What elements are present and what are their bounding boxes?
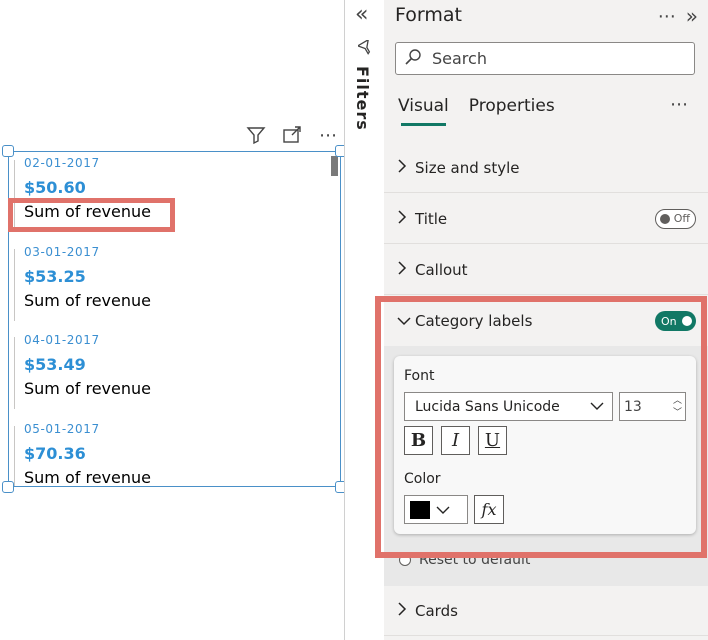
chevron-right-icon [397,260,411,279]
card-date: 05-01-2017 [24,422,100,436]
filter-icon[interactable] [245,124,267,146]
report-canvas: ⋯ 02-01-2017 $50.60 Sum of revenue 03-01… [0,0,347,640]
section-title[interactable]: Title Off [384,194,708,244]
card-value: $50.60 [24,178,86,197]
search-icon [404,48,422,70]
search-input[interactable] [430,48,670,69]
section-label: Cards [415,601,458,620]
title-toggle[interactable]: Off [655,208,696,229]
focus-mode-icon[interactable] [281,124,303,146]
collapse-icon[interactable]: « [355,2,368,27]
expand-icon[interactable]: » [686,4,698,28]
resize-handle[interactable] [2,145,14,157]
chevron-right-icon [397,158,411,177]
highlight-box-label [8,198,175,232]
card-date: 03-01-2017 [24,245,100,259]
visual-header: ⋯ [245,124,339,146]
chevron-right-icon [397,601,411,620]
highlight-box-category-labels [375,296,707,558]
toggle-label: Off [673,212,690,225]
card-value: $53.25 [24,267,86,286]
search-box[interactable] [395,42,695,75]
section-label: Title [415,209,448,228]
more-options-icon[interactable]: ⋯ [658,6,676,27]
section-cards[interactable]: Cards [384,586,708,636]
section-size-and-style[interactable]: Size and style [384,143,708,193]
section-callout[interactable]: Callout [384,245,708,295]
pane-title: Format [395,4,462,26]
chevron-right-icon [397,209,411,228]
filter-funnel-icon [356,38,374,60]
tab-properties[interactable]: Properties [469,96,555,122]
card-value: $53.49 [24,355,86,374]
card-label: Sum of revenue [24,379,151,398]
resize-handle[interactable] [2,481,14,493]
more-options-icon[interactable]: ⋯ [670,94,688,115]
card-label: Sum of revenue [24,291,151,310]
card-label: Sum of revenue [24,468,151,487]
card-value: $70.36 [24,444,86,463]
filters-label[interactable]: Filters [353,66,372,131]
section-label: Size and style [415,158,520,177]
section-label: Callout [415,260,468,279]
card-date: 04-01-2017 [24,333,100,347]
scrollbar[interactable] [331,156,338,176]
card-date: 02-01-2017 [24,156,100,170]
more-options-icon[interactable]: ⋯ [317,124,339,146]
tab-visual[interactable]: Visual [398,96,449,126]
